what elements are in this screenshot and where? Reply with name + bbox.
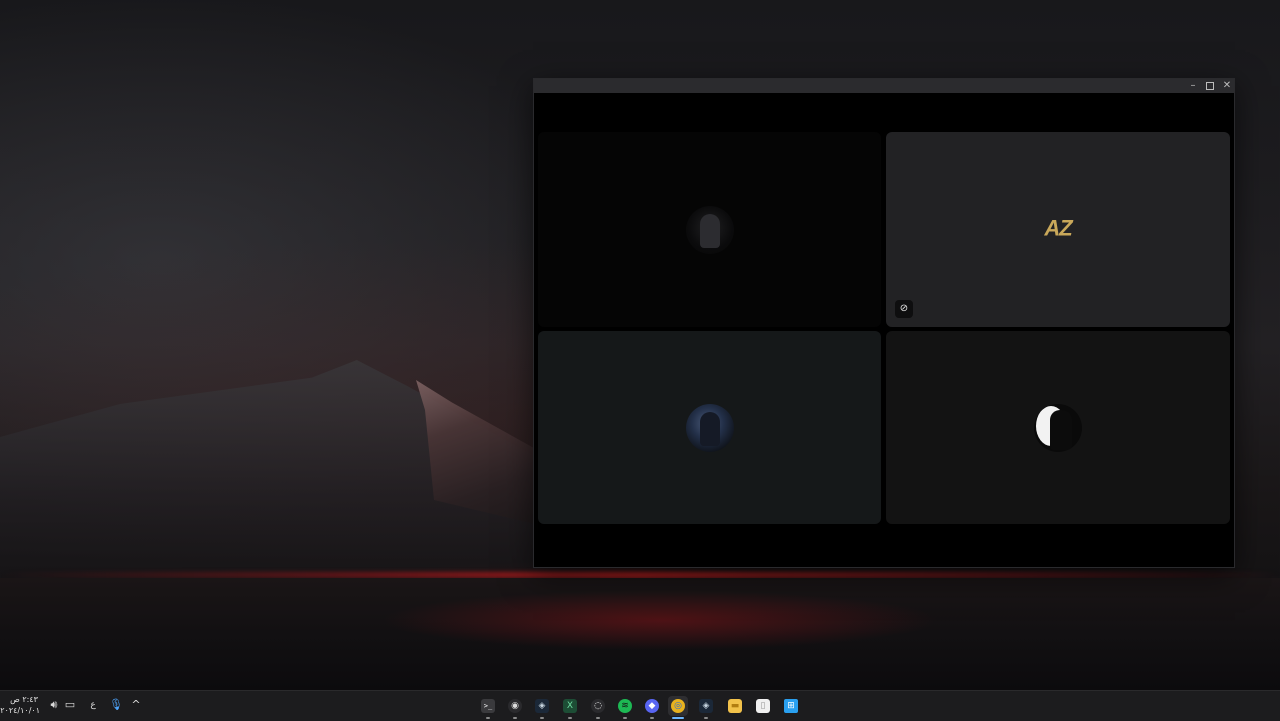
spotify-icon: ≋ — [618, 699, 632, 713]
az-logo: AZ — [1044, 215, 1072, 241]
video-call-window: – ✕ AZ ⊘ — [533, 78, 1235, 568]
taskbar-obs[interactable]: ◉ — [505, 696, 525, 719]
obs-icon: ◉ — [508, 699, 522, 713]
folder-icon: ▬ — [728, 699, 742, 713]
moon-silhouette-avatar — [1034, 403, 1082, 452]
taskbar-app-circle[interactable]: ◌ — [588, 696, 608, 719]
clock-time: ٢:٤٣ ص — [10, 695, 38, 704]
participant-tile-4[interactable] — [886, 331, 1230, 524]
blue-warrior-avatar — [685, 403, 734, 452]
taskbar-terminal[interactable]: >_ — [478, 696, 498, 719]
microphone-icon[interactable]: 🎙︎ — [108, 698, 124, 714]
steam-icon: ◈ — [535, 699, 549, 713]
speaker-icon[interactable]: 🔊︎ — [46, 698, 62, 714]
windows-start-icon: ⊞ — [784, 699, 798, 713]
chevron-up-icon[interactable]: ^ — [128, 698, 144, 714]
participant-tile-3[interactable] — [538, 331, 881, 524]
circle-app-icon: ◌ — [591, 699, 605, 713]
dark-knight-avatar — [685, 205, 734, 254]
monitor-icon[interactable]: ▭ — [62, 698, 78, 714]
participant-tile-1[interactable] — [538, 132, 881, 327]
participant-tile-2[interactable]: AZ ⊘ — [886, 132, 1230, 327]
taskbar-file-explorer[interactable]: ▬ — [725, 696, 745, 716]
wallpaper-reflection — [380, 590, 940, 650]
deafened-headset-icon: ⊘ — [895, 300, 913, 318]
chrome-icon: ◎ — [671, 699, 685, 713]
discord-icon: ◆ — [645, 699, 659, 713]
minimize-icon[interactable]: – — [1184, 79, 1202, 93]
taskbar-spotify[interactable]: ≋ — [615, 696, 635, 719]
clock-date: ٢٠٢٤/١٠/٠١ — [0, 706, 40, 715]
taskbar-discord[interactable]: ◆ — [642, 696, 662, 719]
taskbar-notepad[interactable]: ▯ — [753, 696, 773, 716]
language-indicator[interactable]: ع — [85, 698, 101, 714]
notepad-icon: ▯ — [756, 699, 770, 713]
maximize-icon[interactable] — [1201, 79, 1219, 93]
close-icon[interactable]: ✕ — [1218, 79, 1234, 93]
taskbar: ٢:٤٣ ص ٢٠٢٤/١٠/٠١ 🔊︎ ▭ ع 🎙︎ ^ >_ ◉ ◈ X ◌… — [0, 690, 1280, 721]
taskbar-excel[interactable]: X — [560, 696, 580, 719]
taskbar-steam-2[interactable]: ◈ — [696, 696, 716, 719]
clock[interactable]: ٢:٤٣ ص ٢٠٢٤/١٠/٠١ — [0, 694, 40, 716]
taskbar-steam[interactable]: ◈ — [532, 696, 552, 719]
taskbar-start[interactable]: ⊞ — [781, 696, 801, 716]
window-titlebar[interactable]: – ✕ — [534, 79, 1234, 93]
excel-icon: X — [563, 699, 577, 713]
taskbar-chrome[interactable]: ◎ — [668, 696, 688, 719]
terminal-icon: >_ — [481, 699, 495, 713]
steam-icon-2: ◈ — [699, 699, 713, 713]
